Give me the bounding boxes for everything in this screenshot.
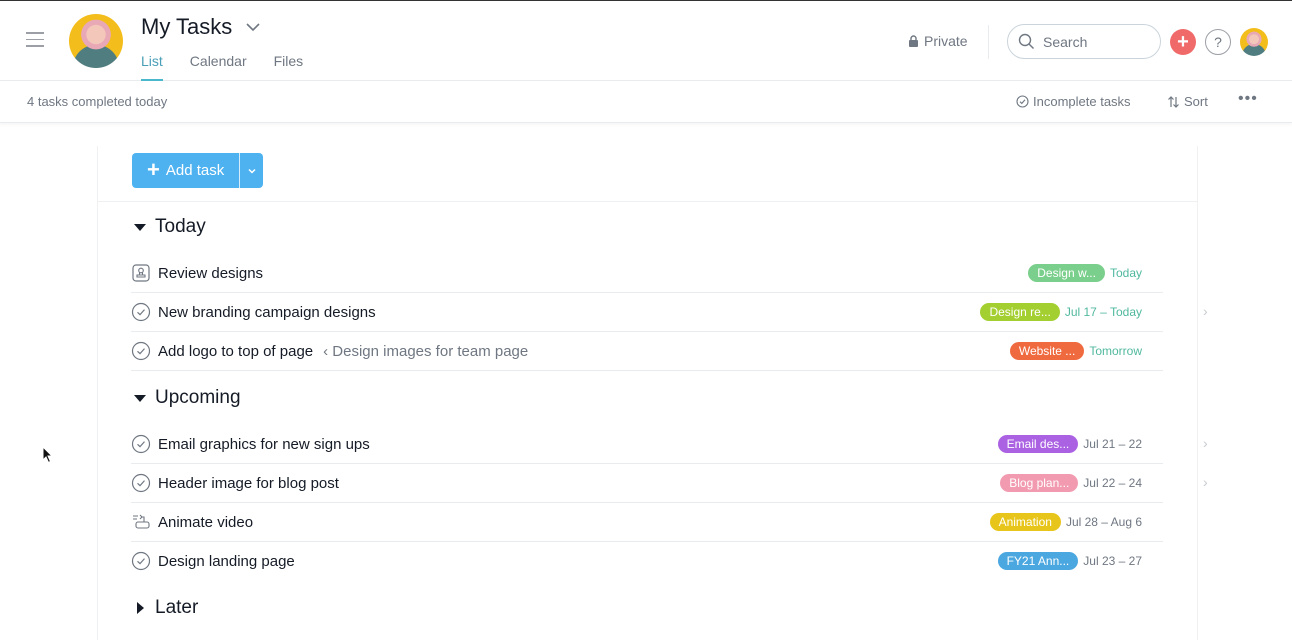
- task-row[interactable]: Email graphics for new sign ups Email de…: [131, 425, 1208, 464]
- quick-add-button[interactable]: +: [1170, 29, 1196, 55]
- sub-toolbar: 4 tasks completed today Incomplete tasks…: [0, 81, 1292, 123]
- plus-icon: +: [147, 156, 160, 182]
- project-tag[interactable]: FY21 Ann...: [997, 552, 1079, 570]
- task-row[interactable]: Design landing page FY21 Ann... Jul 23 –…: [131, 542, 1163, 581]
- due-date: Jul 17 – Today: [1064, 305, 1142, 319]
- section-header-later[interactable]: Later: [134, 597, 198, 619]
- hamburger-menu-icon[interactable]: [26, 32, 44, 48]
- task-name: New branding campaign designs: [158, 304, 376, 321]
- due-date: Tomorrow: [1089, 344, 1142, 358]
- project-tag[interactable]: Design re...: [980, 303, 1060, 321]
- list-toolbar: + Add task: [98, 146, 1198, 202]
- check-circle-icon[interactable]: [131, 473, 151, 493]
- help-button[interactable]: ?: [1205, 29, 1231, 55]
- more-options-icon[interactable]: •••: [1238, 90, 1258, 108]
- search-icon: [1018, 33, 1034, 49]
- chevron-right-icon[interactable]: ›: [1203, 303, 1208, 319]
- tab-files[interactable]: Files: [274, 53, 304, 81]
- privacy-indicator[interactable]: Private: [908, 33, 968, 49]
- search-box[interactable]: [1007, 24, 1161, 59]
- project-tag[interactable]: Animation: [989, 513, 1061, 531]
- divider: [988, 25, 989, 59]
- profile-avatar-button[interactable]: [1240, 28, 1268, 56]
- task-name: Email graphics for new sign ups: [158, 436, 370, 453]
- sort-label: Sort: [1184, 94, 1208, 109]
- caret-right-icon: [137, 602, 144, 614]
- plus-icon: +: [1177, 31, 1189, 53]
- add-task-button-group: + Add task: [132, 153, 264, 188]
- add-task-label: Add task: [165, 162, 225, 179]
- task-row[interactable]: Animate video Animation Jul 28 – Aug 6: [131, 503, 1163, 542]
- project-tag[interactable]: Email des...: [997, 435, 1079, 453]
- task-list-card: + Add task Today Review designs Design w…: [97, 146, 1208, 640]
- completed-count-text: 4 tasks completed today: [27, 94, 168, 109]
- lock-icon: [909, 35, 918, 47]
- chevron-down-icon[interactable]: [245, 21, 261, 33]
- top-bar: My Tasks List Calendar Files Private + ?: [0, 1, 1292, 81]
- task-name: Add logo to top of page: [158, 343, 314, 360]
- due-date: Jul 28 – Aug 6: [1065, 515, 1142, 529]
- tab-calendar[interactable]: Calendar: [190, 53, 247, 81]
- parent-task-link[interactable]: ‹ Design images for team page: [323, 343, 528, 360]
- chevron-right-icon[interactable]: ›: [1203, 474, 1208, 490]
- tab-list[interactable]: List: [141, 53, 163, 81]
- search-input[interactable]: [1043, 33, 1143, 50]
- caret-down-icon: [134, 394, 146, 402]
- due-date: Jul 22 – 24: [1083, 476, 1142, 490]
- task-name: Animate video: [158, 514, 254, 531]
- due-date: Today: [1109, 266, 1142, 280]
- task-row[interactable]: Review designs Design w... Today: [131, 254, 1163, 293]
- caret-down-icon: [134, 223, 146, 231]
- milestone-dependency-icon: [133, 514, 150, 529]
- section-header-upcoming[interactable]: Upcoming: [134, 387, 241, 409]
- due-date: Jul 23 – 27: [1083, 554, 1142, 568]
- user-avatar: [69, 14, 123, 68]
- project-tag[interactable]: Website ...: [1009, 342, 1085, 360]
- mouse-cursor-icon: [42, 446, 54, 464]
- chevron-down-icon: [248, 168, 256, 174]
- section-title: Later: [155, 597, 199, 618]
- add-task-button[interactable]: + Add task: [132, 153, 240, 188]
- check-circle-icon[interactable]: [131, 341, 151, 361]
- task-name: Review designs: [158, 265, 264, 282]
- view-tabs: List Calendar Files: [141, 53, 303, 81]
- task-name: Header image for blog post: [158, 475, 339, 492]
- approval-icon: [132, 264, 150, 282]
- chevron-right-icon[interactable]: ›: [1203, 435, 1208, 451]
- due-date: Jul 21 – 22: [1083, 437, 1142, 451]
- page-title: My Tasks: [141, 14, 233, 39]
- task-name: Design landing page: [158, 553, 295, 570]
- section-title: Upcoming: [155, 387, 241, 408]
- check-circle-icon: [1016, 95, 1029, 108]
- project-tag[interactable]: Design w...: [1028, 264, 1105, 282]
- task-row[interactable]: Header image for blog post Blog plan... …: [131, 464, 1208, 503]
- task-row[interactable]: New branding campaign designs Design re.…: [131, 293, 1208, 332]
- check-circle-icon[interactable]: [131, 302, 151, 322]
- sort-arrows-icon: [1168, 95, 1179, 108]
- project-tag[interactable]: Blog plan...: [1000, 474, 1079, 492]
- section-title: Today: [155, 216, 206, 237]
- section-header-today[interactable]: Today: [134, 216, 206, 238]
- check-circle-icon[interactable]: [131, 551, 151, 571]
- check-circle-icon[interactable]: [131, 434, 151, 454]
- privacy-label: Private: [924, 33, 968, 49]
- add-task-dropdown-button[interactable]: [239, 153, 264, 188]
- task-row[interactable]: Add logo to top of page ‹ Design images f…: [131, 332, 1163, 371]
- incomplete-tasks-filter[interactable]: Incomplete tasks: [1016, 94, 1131, 109]
- filter-label: Incomplete tasks: [1033, 94, 1131, 109]
- sort-button[interactable]: Sort: [1167, 94, 1208, 109]
